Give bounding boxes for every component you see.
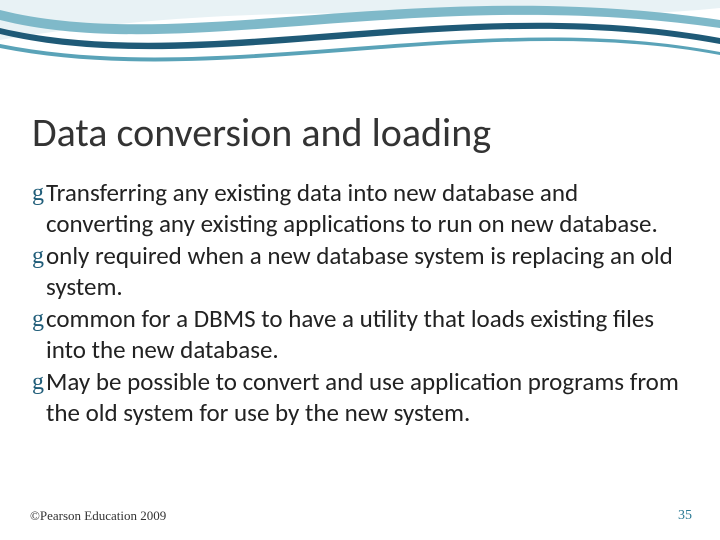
bullet-text: only required when a new database system…: [46, 241, 684, 302]
slide-body: g Transferring any existing data into ne…: [32, 178, 684, 430]
page-number: 35: [678, 508, 692, 524]
bullet-glyph-icon: g: [32, 305, 44, 334]
footer-copyright: ©Pearson Education 2009: [30, 508, 166, 524]
header-decoration: [0, 0, 720, 96]
bullet-glyph-icon: g: [32, 368, 44, 397]
slide: Data conversion and loading g Transferri…: [0, 0, 720, 540]
bullet-text: May be possible to convert and use appli…: [46, 367, 684, 428]
bullet-glyph-icon: g: [32, 179, 44, 208]
slide-title: Data conversion and loading: [32, 108, 688, 157]
bullet-item: g Transferring any existing data into ne…: [32, 178, 684, 239]
bullet-text: Transferring any existing data into new …: [46, 178, 684, 239]
bullet-text: common for a DBMS to have a utility that…: [46, 304, 684, 365]
bullet-item: g May be possible to convert and use app…: [32, 367, 684, 428]
bullet-item: g common for a DBMS to have a utility th…: [32, 304, 684, 365]
bullet-glyph-icon: g: [32, 242, 44, 271]
bullet-item: g only required when a new database syst…: [32, 241, 684, 302]
